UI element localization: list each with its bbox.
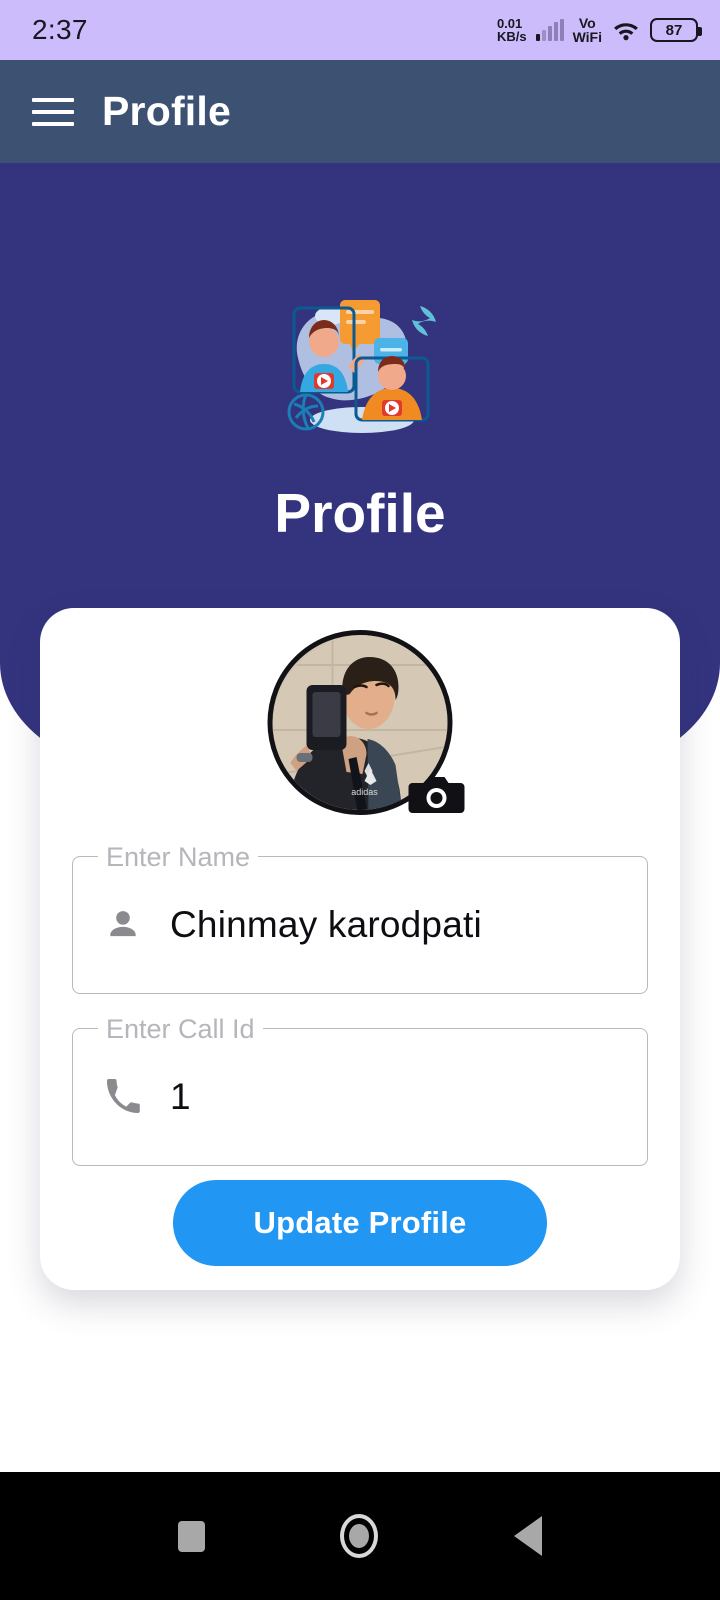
phone-screen: 2:37 0.01 KB/s Vo WiFi 87 Profile Profil… (0, 0, 720, 1600)
status-bar-icons: 0.01 KB/s Vo WiFi 87 (497, 16, 702, 44)
battery-percent: 87 (665, 21, 683, 39)
wifi-label: WiFi (572, 29, 602, 45)
app-bar: Profile (0, 60, 720, 163)
network-speed-indicator: 0.01 KB/s (497, 17, 527, 43)
name-field[interactable]: Enter Name (72, 842, 648, 994)
wifi-icon (611, 19, 641, 41)
video-call-illustration-icon (270, 288, 450, 448)
profile-card: adidas Enter Name Chinmay karodpati Ente… (40, 608, 680, 1290)
vo-label: Vo (578, 15, 596, 31)
camera-icon[interactable] (408, 773, 465, 817)
battery-icon: 87 (650, 18, 702, 42)
phone-icon (104, 1078, 142, 1116)
android-navigation-bar (0, 1472, 720, 1600)
cellular-signal-icon (535, 19, 564, 41)
update-profile-button[interactable]: Update Profile (173, 1180, 547, 1266)
status-bar-clock: 2:37 (32, 14, 88, 45)
call-id-field[interactable]: Enter Call Id (72, 1014, 648, 1166)
recents-icon[interactable] (177, 1520, 205, 1552)
back-icon[interactable] (514, 1516, 543, 1556)
page-title: Profile (274, 482, 446, 544)
avatar-container[interactable]: adidas (267, 630, 465, 815)
status-bar: 2:37 0.01 KB/s Vo WiFi 87 (0, 0, 720, 60)
hamburger-menu-icon[interactable] (32, 95, 74, 129)
home-icon[interactable] (340, 1514, 379, 1558)
call-id-input[interactable] (170, 1076, 590, 1118)
svg-text:adidas: adidas (351, 787, 378, 797)
network-speed-unit: KB/s (496, 29, 527, 44)
volte-wifi-icon: Vo WiFi (573, 16, 602, 44)
app-bar-title: Profile (102, 88, 231, 134)
person-icon (104, 906, 142, 944)
name-input[interactable] (170, 904, 590, 946)
